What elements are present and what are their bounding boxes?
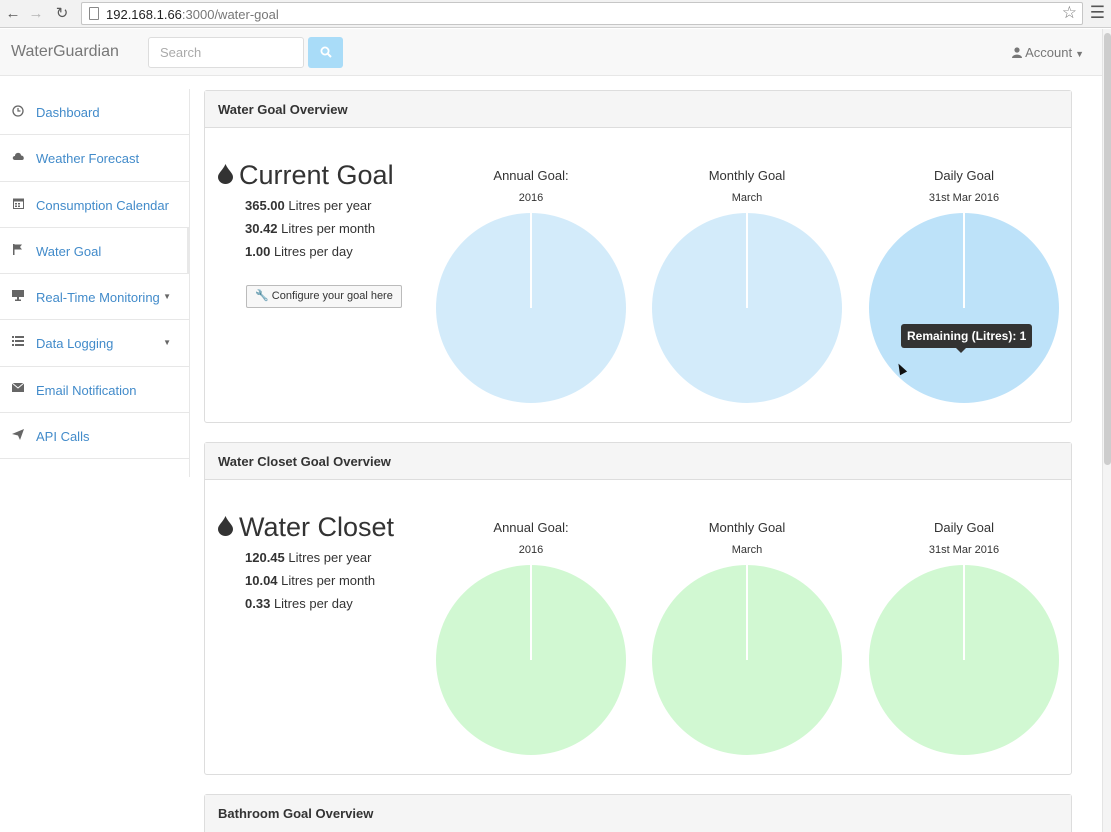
clock-icon <box>11 105 25 120</box>
pie-label: Monthly Goal <box>708 168 786 183</box>
sidebar: Dashboard Weather Forecast Consumption C… <box>0 89 190 477</box>
envelope-icon <box>11 382 25 395</box>
stat-yearly: 365.00 Litres per year <box>245 198 372 213</box>
water-drop-icon <box>218 164 233 184</box>
pie-chart <box>652 213 842 403</box>
pie-tooltip: Remaining (Litres): 1 <box>901 324 1033 353</box>
stat-monthly: 30.42 Litres per month <box>245 221 376 236</box>
back-arrow-icon[interactable]: ← <box>3 4 23 24</box>
annual-goal-pie[interactable]: Annual Goal: 2016 <box>431 168 631 404</box>
pie-sublabel: 2016 <box>518 192 544 204</box>
daily-goal-pie[interactable]: Daily Goal 31st Mar 2016 <box>864 168 1064 404</box>
wrench-icon: 🔧 <box>255 290 269 302</box>
brand-logo[interactable]: WaterGuardian <box>11 43 119 61</box>
sidebar-item-label: Water Goal <box>36 243 102 259</box>
pie-label: Annual Goal: <box>493 520 569 535</box>
top-navbar: WaterGuardian Account▼ <box>0 29 1102 76</box>
page-scrollbar[interactable] <box>1102 29 1111 832</box>
pie-label: Annual Goal: <box>493 168 569 183</box>
pie-chart <box>869 213 1059 403</box>
browser-menu-icon[interactable]: ☰ <box>1090 3 1105 23</box>
panel-heading: Water Goal Overview <box>205 91 1071 128</box>
flag-icon <box>11 243 25 258</box>
list-icon <box>11 336 25 349</box>
sidebar-item-label: Consumption Calendar <box>36 197 169 213</box>
reload-icon[interactable]: ↻ <box>52 4 72 24</box>
panel-body: Water Closet 120.45 Litres per year 10.0… <box>205 480 1071 775</box>
monthly-goal-pie[interactable]: Monthly Goal March <box>647 168 847 404</box>
account-menu[interactable]: Account ▼ <box>1012 45 1084 60</box>
sidebar-item-email-notification[interactable]: Email Notification <box>0 367 189 414</box>
monthly-goal-pie[interactable]: Monthly Goal March <box>647 520 847 756</box>
pie-chart <box>436 565 626 755</box>
pie-sublabel: 2016 <box>518 544 544 556</box>
account-label: Account <box>1025 45 1073 60</box>
sidebar-item-label: API Calls <box>36 429 90 445</box>
bookmark-star-icon[interactable]: ☆ <box>1062 3 1077 23</box>
stat-monthly: 10.04 Litres per month <box>245 573 376 588</box>
water-drop-icon <box>218 516 233 536</box>
sidebar-item-data-logging[interactable]: Data Logging ▼ <box>0 320 189 367</box>
sidebar-item-label: Weather Forecast <box>36 151 140 167</box>
water-closet-goal-panel: Water Closet Goal Overview Water Closet … <box>204 442 1072 775</box>
send-icon <box>11 429 25 443</box>
forward-arrow-icon[interactable]: → <box>26 4 46 24</box>
search-button[interactable] <box>308 37 343 68</box>
pie-chart <box>436 213 626 403</box>
pie-sublabel: March <box>731 544 763 556</box>
sidebar-item-label: Real-Time Monitoring <box>36 290 160 306</box>
pie-sublabel: 31st Mar 2016 <box>928 192 1000 204</box>
panel-heading: Bathroom Goal Overview <box>205 795 1071 832</box>
calendar-icon <box>11 198 25 212</box>
search-icon <box>320 46 332 58</box>
configure-goal-button[interactable]: 🔧 Configure your goal here <box>246 285 402 308</box>
sidebar-item-weather-forecast[interactable]: Weather Forecast <box>0 135 189 182</box>
pie-label: Monthly Goal <box>708 520 786 535</box>
pie-chart <box>652 565 842 755</box>
page-icon <box>89 7 99 20</box>
stat-daily: 1.00 Litres per day <box>245 244 353 259</box>
sidebar-item-real-time-monitoring[interactable]: Real-Time Monitoring ▼ <box>0 274 189 321</box>
panel-body: Current Goal 365.00 Litres per year 30.4… <box>205 128 1071 423</box>
sidebar-item-label: Dashboard <box>36 105 100 120</box>
annual-goal-pie[interactable]: Annual Goal: 2016 <box>431 520 631 756</box>
stat-yearly: 120.45 Litres per year <box>245 550 372 565</box>
user-icon <box>1012 47 1023 58</box>
scrollbar-thumb[interactable] <box>1104 33 1111 465</box>
sidebar-item-label: Email Notification <box>36 382 137 398</box>
search-input[interactable] <box>148 37 304 68</box>
pie-sublabel: 31st Mar 2016 <box>928 544 1000 556</box>
daily-goal-pie[interactable]: Daily Goal 31st Mar 2016 <box>864 520 1064 756</box>
monitor-icon <box>11 290 25 304</box>
url-text: 192.168.1.66:3000/water-goal <box>106 7 279 22</box>
sidebar-item-dashboard[interactable]: Dashboard <box>0 89 189 136</box>
sidebar-item-label: Data Logging <box>36 336 114 352</box>
sidebar-item-consumption-calendar[interactable]: Consumption Calendar <box>0 182 189 228</box>
browser-toolbar: ← → ↻ 192.168.1.66:3000/water-goal ☆ ☰ <box>0 0 1111 28</box>
bathroom-goal-panel: Bathroom Goal Overview <box>204 794 1072 832</box>
address-bar[interactable]: 192.168.1.66:3000/water-goal <box>81 2 1083 25</box>
sidebar-item-water-goal[interactable]: Water Goal <box>0 227 190 275</box>
caret-down-icon: ▼ <box>1075 49 1084 59</box>
panel-heading: Water Closet Goal Overview <box>205 443 1071 480</box>
cloud-icon <box>11 151 25 163</box>
sidebar-item-api-calls[interactable]: API Calls <box>0 413 189 460</box>
pie-label: Daily Goal <box>934 520 994 535</box>
goal-title: Water Closet <box>218 512 394 543</box>
pie-chart <box>869 565 1059 755</box>
pie-label: Daily Goal <box>934 168 994 183</box>
goal-title: Current Goal <box>218 160 394 191</box>
stat-daily: 0.33 Litres per day <box>245 596 353 611</box>
water-goal-panel: Water Goal Overview Current Goal 365.00 … <box>204 90 1072 423</box>
pie-sublabel: March <box>731 192 763 204</box>
caret-down-icon: ▼ <box>163 338 171 348</box>
caret-down-icon: ▼ <box>163 292 171 302</box>
